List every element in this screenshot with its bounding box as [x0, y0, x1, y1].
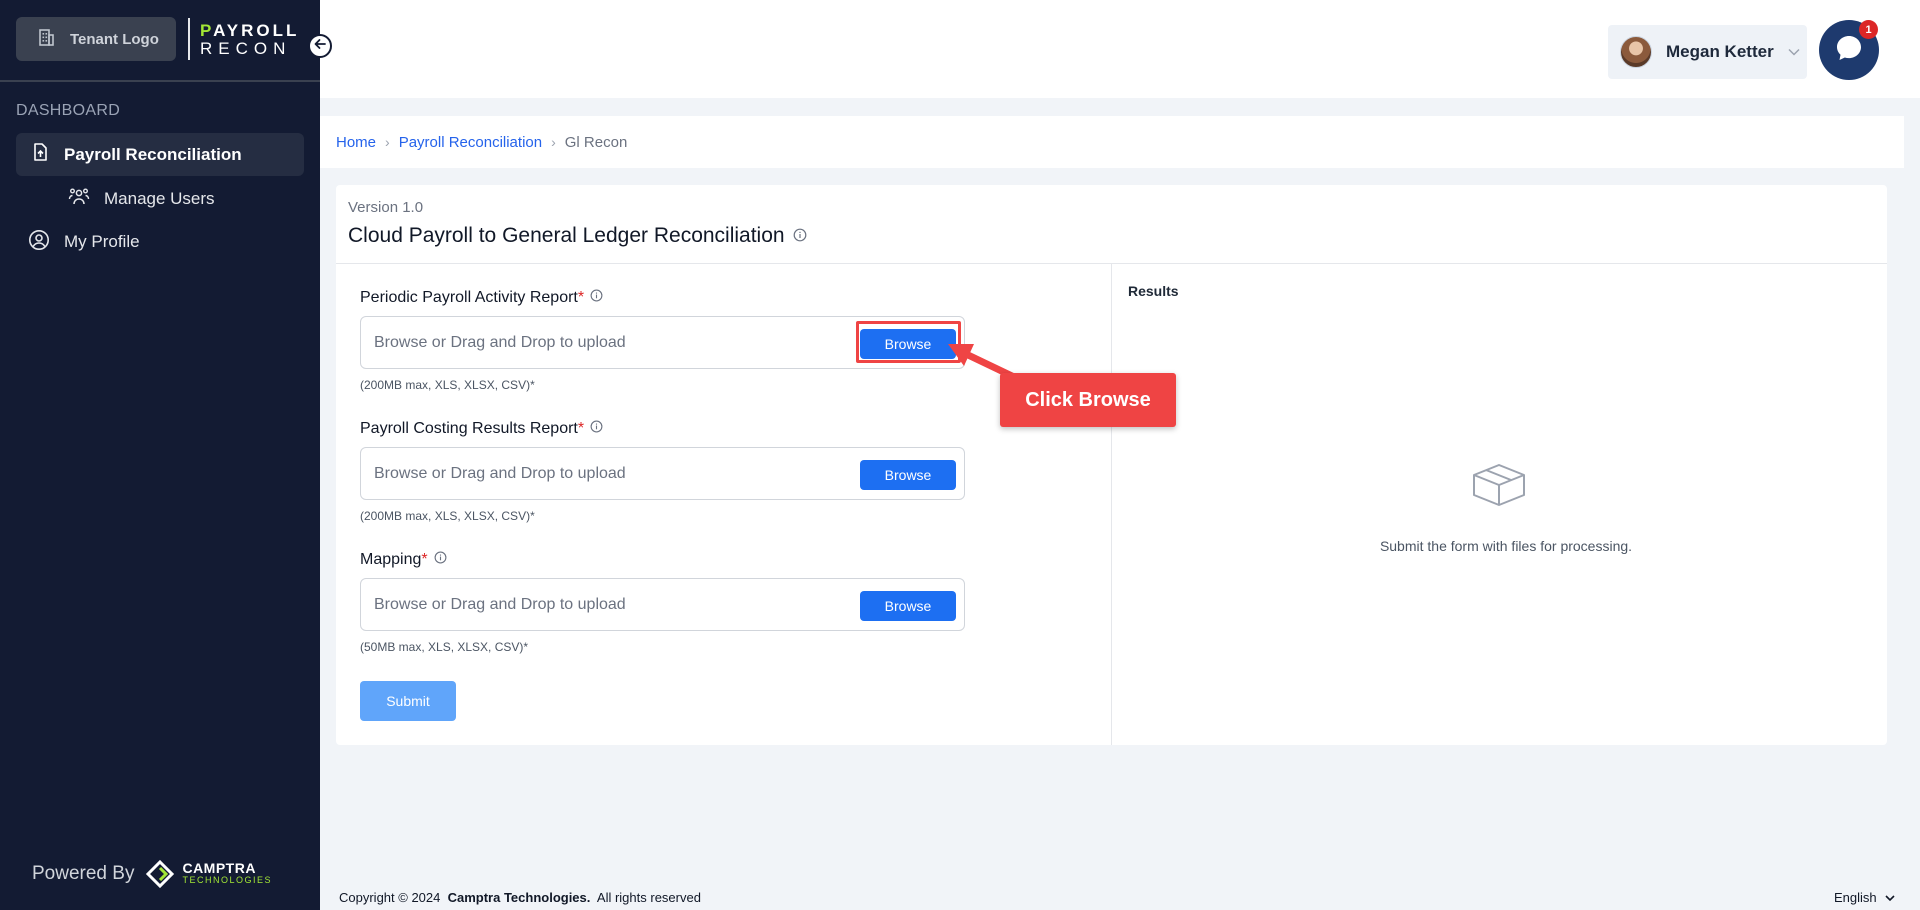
info-icon[interactable]	[434, 551, 447, 569]
breadcrumb-payroll-reconciliation[interactable]: Payroll Reconciliation	[399, 134, 542, 151]
company-name: Camptra Technologies.	[447, 890, 591, 905]
empty-box-icon	[1470, 461, 1528, 514]
upload-dropzone-payroll-costing[interactable]: Browse or Drag and Drop to upload Browse	[360, 447, 965, 500]
required-marker: *	[577, 289, 585, 306]
divider	[0, 80, 320, 82]
sidebar-item-label: Manage Users	[104, 189, 215, 208]
copyright-text: Copyright © 2024	[339, 890, 441, 905]
sidebar-item-payroll-reconciliation[interactable]: Payroll Reconciliation	[16, 133, 304, 176]
powered-by: Powered By CAMPTRA TECHNOLOGIES	[32, 858, 272, 890]
user-circle-icon	[28, 229, 50, 256]
camptra-name: CAMPTRA	[182, 860, 256, 876]
file-upload-icon	[30, 142, 50, 167]
arrow-left-icon	[313, 37, 327, 56]
field-label-text: Mapping	[360, 551, 422, 568]
tenant-logo[interactable]: Tenant Logo	[16, 17, 176, 61]
required-marker: *	[577, 420, 585, 437]
camptra-sub: TECHNOLOGIES	[182, 875, 272, 885]
field-label-payroll-costing: Payroll Costing Results Report *	[360, 420, 603, 438]
upload-dropzone-mapping[interactable]: Browse or Drag and Drop to upload Browse	[360, 578, 965, 631]
required-marker: *	[421, 551, 428, 568]
page-title: Cloud Payroll to General Ledger Reconcil…	[348, 224, 807, 248]
field-label-text: Payroll Costing Results Report	[360, 420, 578, 437]
browse-button-mapping[interactable]: Browse	[860, 591, 956, 621]
breadcrumb-current: Gl Recon	[564, 133, 628, 151]
field-label-periodic-payroll: Periodic Payroll Activity Report *	[360, 289, 603, 307]
brand-divider	[188, 18, 190, 60]
powered-by-label: Powered By	[32, 863, 135, 884]
divider	[1111, 263, 1112, 745]
page-title-text: Cloud Payroll to General Ledger Reconcil…	[348, 224, 785, 247]
file-hint: (200MB max, XLS, XLSX, CSV)*	[360, 509, 535, 523]
results-heading: Results	[1128, 283, 1179, 299]
chevron-down-icon	[1885, 890, 1895, 905]
avatar	[1620, 36, 1652, 68]
chevron-right-icon: ›	[385, 134, 390, 150]
payroll-recon-logo: PAYROLL RECON	[200, 22, 299, 58]
camptra-logo: CAMPTRA TECHNOLOGIES	[144, 858, 272, 890]
language-label: English	[1834, 890, 1877, 905]
sidebar-item-manage-users[interactable]: Manage Users	[68, 187, 215, 211]
version-label: Version 1.0	[348, 199, 424, 216]
sidebar: Tenant Logo PAYROLL RECON DASHBOARD Payr…	[0, 0, 320, 910]
breadcrumb-home[interactable]: Home	[336, 134, 376, 151]
browse-button-payroll-costing[interactable]: Browse	[860, 460, 956, 490]
footer: Copyright © 2024 Camptra Technologies. A…	[339, 890, 701, 905]
submit-button[interactable]: Submit	[360, 681, 456, 721]
sidebar-item-label: My Profile	[64, 232, 140, 251]
info-icon[interactable]	[793, 224, 807, 248]
section-label-dashboard: DASHBOARD	[16, 102, 121, 119]
sidebar-item-my-profile[interactable]: My Profile	[28, 229, 140, 256]
file-hint: (200MB max, XLS, XLSX, CSV)*	[360, 378, 535, 392]
collapse-sidebar-button[interactable]	[308, 34, 332, 58]
user-menu[interactable]: Megan Ketter	[1608, 25, 1807, 79]
brand-line1: AYROLL	[213, 21, 300, 40]
field-label-text: Periodic Payroll Activity Report	[360, 289, 578, 306]
tenant-logo-label: Tenant Logo	[70, 30, 159, 48]
field-label-mapping: Mapping *	[360, 551, 447, 569]
empty-state-text: Submit the form with files for processin…	[1379, 538, 1633, 554]
chevron-right-icon: ›	[551, 134, 556, 150]
chat-bubble-icon	[1834, 33, 1864, 68]
upload-placeholder: Browse or Drag and Drop to upload	[374, 464, 626, 482]
upload-placeholder: Browse or Drag and Drop to upload	[374, 333, 626, 351]
users-icon	[68, 187, 90, 212]
sidebar-item-label: Payroll Reconciliation	[64, 144, 242, 164]
camptra-logo-mark	[146, 859, 175, 889]
brand-row: Tenant Logo PAYROLL RECON	[0, 0, 320, 80]
rights-text: All rights reserved	[596, 890, 701, 905]
chevron-down-icon	[1788, 43, 1800, 61]
notification-badge: 1	[1859, 20, 1878, 39]
reconciliation-card: Version 1.0 Cloud Payroll to General Led…	[336, 185, 1887, 745]
building-icon	[36, 27, 56, 51]
brand-line2: RECON	[200, 39, 292, 58]
user-name: Megan Ketter	[1666, 42, 1774, 61]
info-icon[interactable]	[590, 289, 603, 307]
breadcrumb: Home › Payroll Reconciliation › Gl Recon	[320, 116, 1904, 168]
upload-placeholder: Browse or Drag and Drop to upload	[374, 595, 626, 613]
annotation-callout: Click Browse	[1000, 373, 1176, 427]
file-hint: (50MB max, XLS, XLSX, CSV)*	[360, 640, 529, 654]
info-icon[interactable]	[590, 420, 603, 438]
brand-accent: P	[200, 21, 214, 40]
language-select[interactable]: English	[1834, 890, 1895, 905]
